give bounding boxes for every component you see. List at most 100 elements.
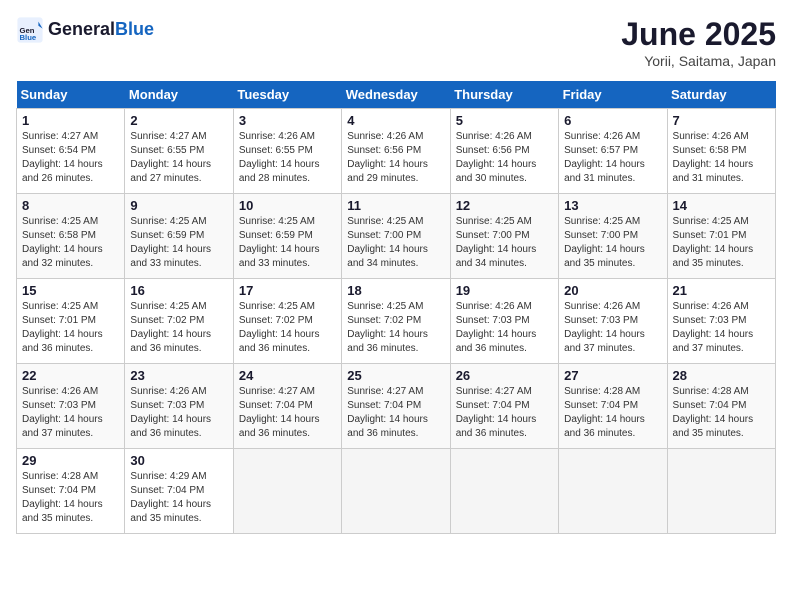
- calendar-day-cell: 17 Sunrise: 4:25 AMSunset: 7:02 PMDayligh…: [233, 279, 341, 364]
- logo: Gen Blue GeneralBlue: [16, 16, 154, 44]
- calendar-week-row: 15 Sunrise: 4:25 AMSunset: 7:01 PMDayligh…: [17, 279, 776, 364]
- day-info: Sunrise: 4:25 AMSunset: 7:00 PMDaylight:…: [347, 215, 444, 271]
- logo-icon: Gen Blue: [16, 16, 44, 44]
- calendar-day-cell: 20 Sunrise: 4:26 AMSunset: 7:03 PMDayligh…: [559, 279, 667, 364]
- svg-text:Blue: Blue: [20, 33, 37, 42]
- day-info: Sunrise: 4:25 AMSunset: 7:01 PMDaylight:…: [673, 215, 770, 271]
- location-subtitle: Yorii, Saitama, Japan: [621, 53, 776, 69]
- day-info: Sunrise: 4:26 AMSunset: 6:57 PMDaylight:…: [564, 130, 661, 186]
- day-number: 13: [564, 198, 661, 213]
- calendar-week-row: 8 Sunrise: 4:25 AMSunset: 6:58 PMDaylight…: [17, 194, 776, 279]
- calendar-day-cell: 18 Sunrise: 4:25 AMSunset: 7:02 PMDayligh…: [342, 279, 450, 364]
- empty-cell: [559, 449, 667, 534]
- calendar-day-cell: 15 Sunrise: 4:25 AMSunset: 7:01 PMDayligh…: [17, 279, 125, 364]
- calendar-table: Sunday Monday Tuesday Wednesday Thursday…: [16, 81, 776, 534]
- calendar-day-cell: 5 Sunrise: 4:26 AMSunset: 6:56 PMDaylight…: [450, 109, 558, 194]
- col-sunday: Sunday: [17, 81, 125, 109]
- day-info: Sunrise: 4:26 AMSunset: 6:55 PMDaylight:…: [239, 130, 336, 186]
- day-number: 19: [456, 283, 553, 298]
- day-number: 4: [347, 113, 444, 128]
- calendar-day-cell: 28 Sunrise: 4:28 AMSunset: 7:04 PMDayligh…: [667, 364, 775, 449]
- calendar-day-cell: 3 Sunrise: 4:26 AMSunset: 6:55 PMDaylight…: [233, 109, 341, 194]
- title-section: June 2025 Yorii, Saitama, Japan: [621, 16, 776, 69]
- day-info: Sunrise: 4:28 AMSunset: 7:04 PMDaylight:…: [22, 470, 119, 526]
- calendar-day-cell: 29 Sunrise: 4:28 AMSunset: 7:04 PMDayligh…: [17, 449, 125, 534]
- calendar-day-cell: 25Sunrise: 4:27 AMSunset: 7:04 PMDayligh…: [342, 364, 450, 449]
- day-number: 20: [564, 283, 661, 298]
- calendar-day-cell: 26 Sunrise: 4:27 AMSunset: 7:04 PMDayligh…: [450, 364, 558, 449]
- day-number: 14: [673, 198, 770, 213]
- calendar-day-cell: 12 Sunrise: 4:25 AMSunset: 7:00 PMDayligh…: [450, 194, 558, 279]
- calendar-day-cell: 2Sunrise: 4:27 AMSunset: 6:55 PMDaylight…: [125, 109, 233, 194]
- calendar-day-cell: 22 Sunrise: 4:26 AMSunset: 7:03 PMDayligh…: [17, 364, 125, 449]
- day-number: 12: [456, 198, 553, 213]
- calendar-day-cell: 19 Sunrise: 4:26 AMSunset: 7:03 PMDayligh…: [450, 279, 558, 364]
- calendar-week-row: 22 Sunrise: 4:26 AMSunset: 7:03 PMDayligh…: [17, 364, 776, 449]
- day-info: Sunrise: 4:25 AMSunset: 7:00 PMDaylight:…: [456, 215, 553, 271]
- empty-cell: [450, 449, 558, 534]
- day-info: Sunrise: 4:27 AMSunset: 7:04 PMDaylight:…: [456, 385, 553, 441]
- calendar-header-row: Sunday Monday Tuesday Wednesday Thursday…: [17, 81, 776, 109]
- day-number: 29: [22, 453, 119, 468]
- day-number: 10: [239, 198, 336, 213]
- calendar-day-cell: 4Sunrise: 4:26 AMSunset: 6:56 PMDaylight…: [342, 109, 450, 194]
- day-number: 6: [564, 113, 661, 128]
- day-number: 28: [673, 368, 770, 383]
- day-info: Sunrise: 4:25 AMSunset: 7:00 PMDaylight:…: [564, 215, 661, 271]
- empty-cell: [233, 449, 341, 534]
- calendar-day-cell: 21 Sunrise: 4:26 AMSunset: 7:03 PMDayligh…: [667, 279, 775, 364]
- logo-general-text: GeneralBlue: [48, 20, 154, 40]
- day-info: Sunrise: 4:26 AMSunset: 7:03 PMDaylight:…: [130, 385, 227, 441]
- col-wednesday: Wednesday: [342, 81, 450, 109]
- day-number: 9: [130, 198, 227, 213]
- day-info: Sunrise: 4:25 AMSunset: 7:02 PMDaylight:…: [347, 300, 444, 356]
- day-info: Sunrise: 4:26 AMSunset: 7:03 PMDaylight:…: [22, 385, 119, 441]
- calendar-day-cell: 14 Sunrise: 4:25 AMSunset: 7:01 PMDayligh…: [667, 194, 775, 279]
- day-info: Sunrise: 4:25 AMSunset: 6:59 PMDaylight:…: [239, 215, 336, 271]
- col-monday: Monday: [125, 81, 233, 109]
- day-info: Sunrise: 4:25 AMSunset: 7:02 PMDaylight:…: [130, 300, 227, 356]
- day-number: 21: [673, 283, 770, 298]
- page-header: Gen Blue GeneralBlue June 2025 Yorii, Sa…: [16, 16, 776, 69]
- day-info: Sunrise: 4:26 AMSunset: 7:03 PMDaylight:…: [564, 300, 661, 356]
- calendar-day-cell: 11 Sunrise: 4:25 AMSunset: 7:00 PMDayligh…: [342, 194, 450, 279]
- day-info: Sunrise: 4:25 AMSunset: 6:58 PMDaylight:…: [22, 215, 119, 271]
- day-number: 23: [130, 368, 227, 383]
- calendar-day-cell: 6 Sunrise: 4:26 AMSunset: 6:57 PMDaylight…: [559, 109, 667, 194]
- day-info: Sunrise: 4:28 AMSunset: 7:04 PMDaylight:…: [673, 385, 770, 441]
- calendar-day-cell: 24Sunrise: 4:27 AMSunset: 7:04 PMDayligh…: [233, 364, 341, 449]
- day-number: 7: [673, 113, 770, 128]
- calendar-day-cell: 9 Sunrise: 4:25 AMSunset: 6:59 PMDaylight…: [125, 194, 233, 279]
- day-info: Sunrise: 4:28 AMSunset: 7:04 PMDaylight:…: [564, 385, 661, 441]
- col-tuesday: Tuesday: [233, 81, 341, 109]
- day-number: 18: [347, 283, 444, 298]
- calendar-day-cell: 23 Sunrise: 4:26 AMSunset: 7:03 PMDayligh…: [125, 364, 233, 449]
- day-info: Sunrise: 4:25 AMSunset: 6:59 PMDaylight:…: [130, 215, 227, 271]
- day-number: 5: [456, 113, 553, 128]
- calendar-day-cell: 16 Sunrise: 4:25 AMSunset: 7:02 PMDayligh…: [125, 279, 233, 364]
- col-thursday: Thursday: [450, 81, 558, 109]
- day-info: Sunrise: 4:26 AMSunset: 6:56 PMDaylight:…: [456, 130, 553, 186]
- day-number: 3: [239, 113, 336, 128]
- day-number: 25: [347, 368, 444, 383]
- day-number: 22: [22, 368, 119, 383]
- day-info: Sunrise: 4:25 AMSunset: 7:02 PMDaylight:…: [239, 300, 336, 356]
- calendar-week-row: 29 Sunrise: 4:28 AMSunset: 7:04 PMDayligh…: [17, 449, 776, 534]
- calendar-day-cell: 8 Sunrise: 4:25 AMSunset: 6:58 PMDaylight…: [17, 194, 125, 279]
- calendar-day-cell: 7Sunrise: 4:26 AMSunset: 6:58 PMDaylight…: [667, 109, 775, 194]
- day-number: 2: [130, 113, 227, 128]
- col-friday: Friday: [559, 81, 667, 109]
- day-number: 15: [22, 283, 119, 298]
- calendar-day-cell: 30Sunrise: 4:29 AMSunset: 7:04 PMDayligh…: [125, 449, 233, 534]
- calendar-day-cell: 1Sunrise: 4:27 AMSunset: 6:54 PMDaylight…: [17, 109, 125, 194]
- day-number: 16: [130, 283, 227, 298]
- day-number: 17: [239, 283, 336, 298]
- day-number: 8: [22, 198, 119, 213]
- day-info: Sunrise: 4:26 AMSunset: 7:03 PMDaylight:…: [673, 300, 770, 356]
- calendar-day-cell: 27Sunrise: 4:28 AMSunset: 7:04 PMDayligh…: [559, 364, 667, 449]
- day-info: Sunrise: 4:26 AMSunset: 7:03 PMDaylight:…: [456, 300, 553, 356]
- day-number: 11: [347, 198, 444, 213]
- col-saturday: Saturday: [667, 81, 775, 109]
- day-number: 26: [456, 368, 553, 383]
- day-info: Sunrise: 4:25 AMSunset: 7:01 PMDaylight:…: [22, 300, 119, 356]
